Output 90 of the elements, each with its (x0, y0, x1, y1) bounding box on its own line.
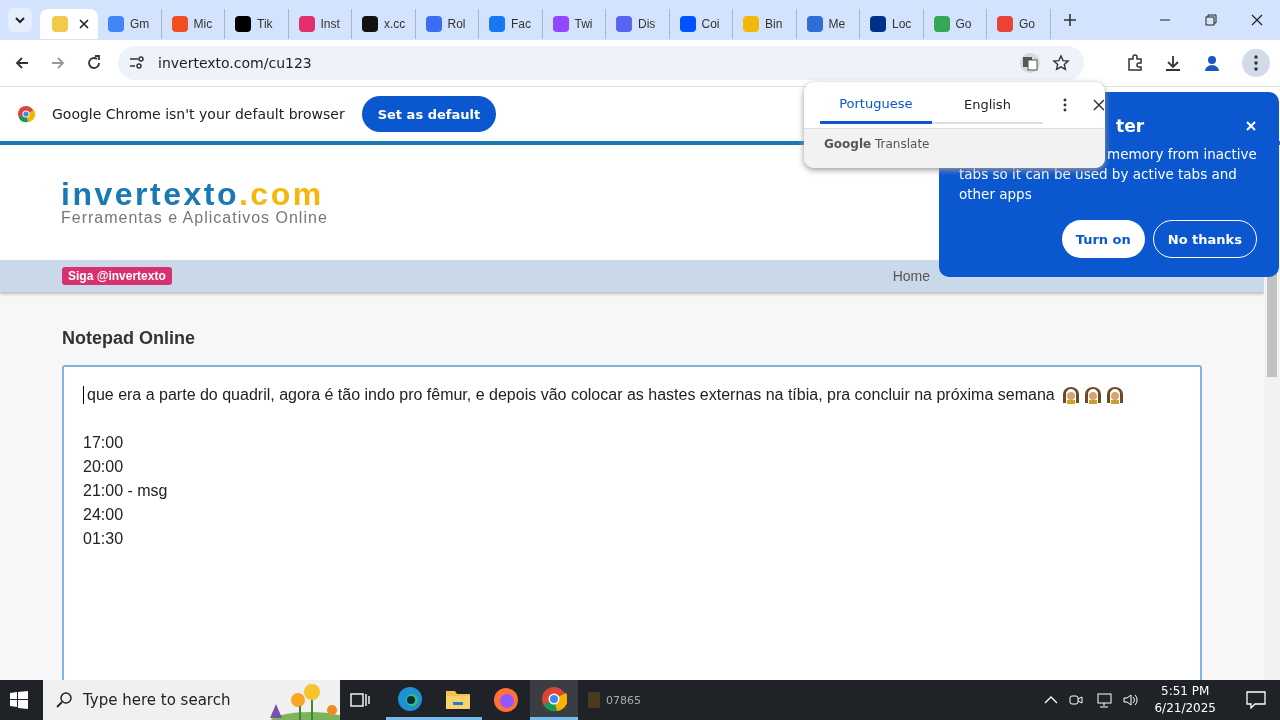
browser-tab[interactable]: Mic (161, 9, 225, 39)
chrome-icon (541, 685, 567, 712)
bubble-title: ter (1116, 116, 1145, 136)
browser-tab[interactable]: Gm (98, 9, 162, 39)
browser-tab[interactable]: Tik (225, 9, 289, 39)
tab-title: x.cc (384, 17, 406, 31)
note-text: 17:00 (83, 433, 125, 453)
notepad-field[interactable]: que era a parte do quadril, agora é tão indo pro fêmur, e depois vão colocar as hastes externas na tíbia, pra concluir na próxima semana 17:00 20:00 21:00 - msg 24:00 01:30 (62, 365, 1202, 680)
browser-tab[interactable]: Rol (415, 9, 479, 39)
profile-icon[interactable] (1202, 53, 1222, 73)
windows-start-icon[interactable] (10, 691, 28, 709)
note-text: 21:00 - msg (83, 481, 169, 501)
browser-tab[interactable]: Twi (542, 9, 606, 39)
nav-link[interactable]: Home (892, 268, 930, 284)
page-heading: Notepad Online (62, 328, 196, 349)
new-tab-icon[interactable] (1062, 13, 1077, 27)
site-logo[interactable]: invertexto.com (61, 178, 328, 209)
search-icon (55, 691, 73, 709)
browser-tab[interactable]: x.cc (352, 9, 416, 39)
browser-tab[interactable]: Inst (288, 9, 352, 39)
star-icon[interactable] (1052, 54, 1070, 72)
browser-tab[interactable]: Loc (860, 9, 924, 39)
tab-title: Fac (511, 17, 531, 31)
close-icon[interactable] (1251, 14, 1263, 26)
back-icon[interactable] (14, 55, 30, 71)
edge-icon (397, 685, 423, 712)
note-text: 20:00 (83, 457, 125, 477)
clock-time: 5:51 PM (1161, 683, 1210, 700)
menu-icon[interactable] (1242, 49, 1270, 77)
download-icon[interactable] (1164, 54, 1182, 72)
note-text: que era a parte do quadril, agora é tão indo pro fêmur, e depois vão colocar as hastes externas na tíbia, pra concluir na próxima semana (87, 385, 1055, 405)
close-icon[interactable] (1093, 99, 1105, 111)
note-text: 24:00 (83, 505, 125, 525)
browser-tab[interactable]: Dis (606, 9, 670, 39)
tab-title: Mic (193, 17, 213, 31)
camera-icon[interactable] (1068, 692, 1085, 708)
chevron-up-icon[interactable] (1044, 695, 1059, 705)
taskbar-window[interactable]: 07865 (578, 680, 651, 720)
close-icon[interactable] (79, 19, 89, 29)
task-view-icon[interactable] (350, 691, 370, 709)
tab-title: Coi (701, 17, 720, 31)
taskbar-clock[interactable]: 5:51 PM 6/21/2025 (1154, 683, 1216, 717)
chevron-down-icon (14, 16, 26, 24)
address-bar[interactable]: invertexto.com/cu123 (118, 46, 1084, 80)
notifications-icon[interactable] (1246, 691, 1266, 709)
browser-tab[interactable]: Go (987, 9, 1051, 39)
set-default-button[interactable]: Set as default (361, 96, 497, 132)
tab-title: Inst (320, 17, 340, 31)
restore-icon[interactable] (1205, 14, 1217, 26)
browser-tab[interactable]: Bin (733, 9, 797, 39)
more-options-icon[interactable] (1063, 98, 1068, 112)
person-arms-up-icon (1060, 386, 1081, 404)
browser-tab[interactable]: Coi (669, 9, 733, 39)
tab-title: Loc (892, 17, 912, 31)
taskbar-app[interactable] (530, 680, 578, 720)
browser-tab[interactable]: Fac (479, 9, 543, 39)
tab-title: Me (828, 17, 846, 31)
tab-title: Go (1019, 17, 1035, 31)
note-text: 01:30 (83, 529, 125, 549)
translate-attribution: Google Translate (804, 128, 1105, 168)
browser-tab[interactable] (40, 9, 98, 39)
site-tagline: Ferramentas e Aplicativos Online (61, 208, 328, 227)
volume-icon[interactable] (1122, 692, 1141, 708)
tab-title: Tik (257, 17, 273, 31)
tab-search-button[interactable] (8, 8, 32, 32)
firefox-icon (493, 687, 519, 713)
tab-title: Bin (765, 17, 783, 31)
tab-title: Twi (574, 17, 593, 31)
tab-title: Gm (130, 17, 150, 31)
url-text: invertexto.com/cu123 (158, 55, 312, 71)
reload-icon[interactable] (86, 55, 102, 71)
infobar-message: Google Chrome isn't your default browser (52, 106, 345, 122)
person-arms-up-icon (1082, 386, 1103, 404)
person-arms-up-icon (1104, 386, 1125, 404)
extensions-icon[interactable] (1126, 54, 1144, 72)
browser-tab[interactable]: Me (796, 9, 860, 39)
browser-tab[interactable]: Go (923, 9, 987, 39)
window-thumbnail-icon (588, 692, 600, 708)
tab-title: Go (955, 17, 972, 31)
translate-icon[interactable] (1020, 53, 1040, 73)
tab-title: Dis (638, 17, 656, 31)
chrome-logo-icon (17, 105, 35, 123)
follow-badge[interactable]: Siga @invertexto (62, 267, 172, 285)
tab-title: Rol (447, 17, 466, 31)
taskbar-search-field[interactable]: Type here to search (43, 680, 340, 720)
network-icon[interactable] (1094, 692, 1113, 708)
clock-date: 6/21/2025 (1154, 700, 1216, 717)
site-settings-icon[interactable] (128, 55, 146, 71)
bubble-button[interactable]: Turn on (1061, 220, 1145, 258)
forward-icon[interactable] (50, 55, 66, 71)
